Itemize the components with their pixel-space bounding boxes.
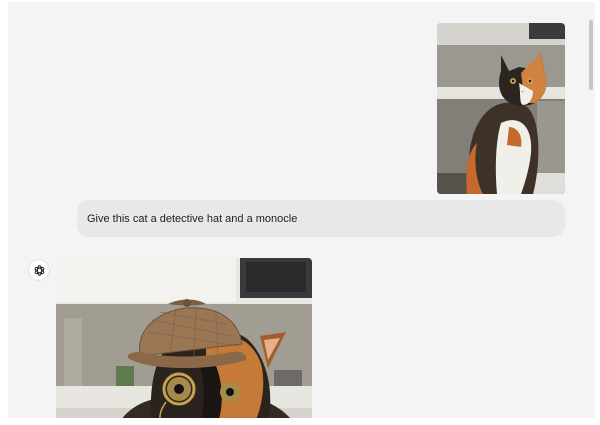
chat-scrollbar[interactable] bbox=[587, 2, 595, 418]
user-message-text: Give this cat a detective hat and a mono… bbox=[87, 212, 298, 225]
user-message-bubble: Give this cat a detective hat and a mono… bbox=[77, 200, 565, 237]
assistant-avatar bbox=[28, 259, 50, 281]
openai-logo-icon bbox=[33, 264, 46, 277]
chat-panel: Give this cat a detective hat and a mono… bbox=[8, 2, 595, 418]
user-uploaded-image[interactable] bbox=[437, 23, 565, 194]
assistant-generated-image[interactable] bbox=[56, 258, 312, 418]
scrollbar-thumb[interactable] bbox=[589, 20, 593, 90]
